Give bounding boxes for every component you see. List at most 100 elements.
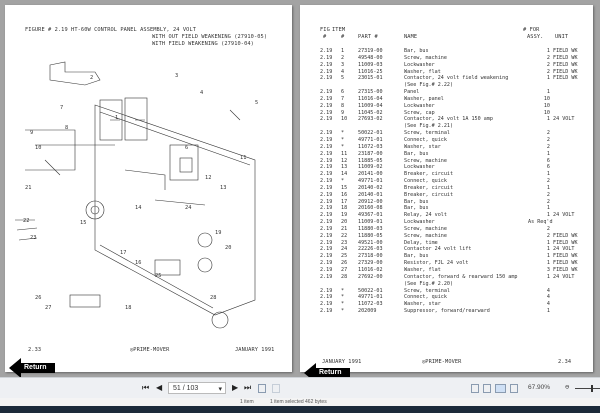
left-page: FIGURE # 2.19 HT-60W CONTROL PANEL ASSEM… — [5, 5, 292, 378]
first-page-icon[interactable]: ⏮ — [142, 383, 149, 393]
quantity: 2 — [546, 130, 550, 137]
part-name: Screw, cap — [404, 109, 435, 116]
part-number: 11016-25 — [358, 68, 383, 75]
return-button[interactable]: Return — [9, 358, 55, 378]
part-number: 20140-01 — [358, 191, 383, 198]
table-row: 2.19 19 49367-01 Relay, 24 volt 1 24 VOLT — [320, 212, 590, 219]
callout-number: 14 — [135, 205, 142, 211]
fig-number: 2.19 — [320, 102, 333, 109]
single-page-view-icon[interactable] — [471, 384, 479, 393]
part-name: Screw, terminal — [404, 130, 451, 137]
page-date: JANUARY 1991 — [235, 347, 275, 353]
zoom-slider[interactable] — [575, 385, 600, 392]
two-page-continuous-icon[interactable] — [510, 384, 518, 393]
part-number: 49771-01 — [358, 294, 383, 301]
callout-number: 6 — [185, 145, 189, 151]
fig-number: 2.19 — [320, 136, 333, 143]
last-page-icon[interactable]: ⏭ — [244, 383, 251, 393]
part-number: 202009 — [358, 308, 377, 315]
callout-number: 9 — [30, 130, 34, 136]
part-number: 11016-04 — [358, 95, 383, 102]
part-name: Screw, machine — [404, 232, 447, 239]
part-name: Bar, bus — [404, 198, 429, 205]
table-row: 2.19 * 11072-03 Washer, star 2 — [320, 144, 590, 151]
paste-icon[interactable] — [272, 384, 280, 393]
part-number: 50022-01 — [358, 287, 383, 294]
callout-number: 18 — [125, 305, 132, 311]
chevron-down-icon[interactable]: ▾ — [218, 385, 222, 393]
item-number: 4 — [341, 68, 345, 75]
item-number: 26 — [341, 260, 348, 267]
callout-number: 1 — [115, 115, 119, 121]
table-row: 2.19 21 11880-03 Screw, machine 2 — [320, 226, 590, 233]
page-number: 2.34 — [558, 359, 572, 365]
fig-number: 2.19 — [320, 61, 333, 68]
callout-number: 11 — [240, 155, 247, 161]
table-row: 2.19 9 11045-02 Screw, cap 10 — [320, 110, 590, 117]
part-name: Delay, time — [404, 239, 438, 246]
fig-number: 2.19 — [320, 164, 333, 171]
part-name: (See Fig.# 2.22) — [404, 82, 454, 89]
item-number: 12 — [341, 157, 348, 164]
item-number: * — [341, 143, 345, 150]
continuous-view-icon[interactable] — [483, 384, 491, 393]
item-number: 7 — [341, 95, 345, 102]
fig-number: 2.19 — [320, 68, 333, 75]
part-name: Connect, quick — [404, 294, 447, 301]
quantity: 4 — [546, 287, 550, 294]
next-page-icon[interactable]: ▶ — [232, 383, 238, 392]
table-row: 2.19 23 49521-00 Delay, time 1 FIELD WK — [320, 240, 590, 247]
callout-number: 24 — [185, 205, 192, 211]
item-number: 25 — [341, 253, 348, 260]
table-row: 2.19 14 20141-00 Breaker, circuit 1 — [320, 171, 590, 178]
two-page-view-icon[interactable] — [495, 384, 506, 393]
item-number: * — [341, 130, 345, 137]
fig-number: 2.19 — [320, 232, 333, 239]
part-number: 22226-03 — [358, 246, 383, 253]
part-name: Relay, 24 volt — [404, 212, 447, 219]
unit: FIELD WK — [553, 54, 578, 61]
quantity: 2 — [546, 225, 550, 232]
quantity: 1 — [546, 246, 550, 253]
zoom-slider-thumb[interactable] — [591, 385, 593, 392]
fig-number: 2.19 — [320, 150, 333, 157]
quantity: 1 — [546, 273, 550, 280]
part-number: 11045-02 — [358, 109, 383, 116]
quantity: 2 — [546, 178, 550, 185]
quantity: 1 — [546, 308, 550, 315]
callout-number: 25 — [155, 273, 162, 279]
fig-number: 2.19 — [320, 308, 333, 315]
item-number: 16 — [341, 191, 348, 198]
copy-icon[interactable] — [258, 384, 266, 393]
zoom-out-icon[interactable]: ⊖ — [565, 383, 569, 391]
callout-number: 22 — [23, 218, 30, 224]
fig-number: 2.19 — [320, 109, 333, 116]
item-number: * — [341, 136, 345, 143]
unit: FIELD WK — [553, 232, 578, 239]
part-name: Washer, flat — [404, 68, 441, 75]
part-number: 50022-01 — [358, 130, 383, 137]
fig-number: 2.19 — [320, 130, 333, 137]
unit: FIELD WK — [553, 239, 578, 246]
part-number: 27692-00 — [358, 273, 383, 280]
part-name: Connect, quick — [404, 178, 447, 185]
table-row: 2.19 * 49771-01 Connect, quick 4 — [320, 294, 590, 301]
fig-number: 2.19 — [320, 191, 333, 198]
right-page: FIG # ITEM # PART # NAME # FOR ASSY. UNI… — [300, 5, 593, 383]
parts-table: 2.19 1 27319-00 Bar, bus 1 FIELD WK 2.19 2 49548… — [320, 48, 590, 315]
part-name: Panel — [404, 89, 420, 96]
page-number-field[interactable]: 51 / 103 ▾ — [168, 382, 226, 394]
part-name: (See Fig.# 2.20) — [404, 280, 454, 287]
part-name: Breaker, circuit — [404, 191, 454, 198]
part-number: 11072-03 — [358, 143, 383, 150]
callout-number: 7 — [60, 105, 64, 111]
header-assy: ASSY. — [527, 34, 544, 40]
quantity: 2 — [546, 232, 550, 239]
part-name: Suppressor, forward/rearward — [404, 308, 490, 315]
item-number: * — [341, 301, 345, 308]
part-number: 23187-00 — [358, 150, 383, 157]
previous-page-icon[interactable]: ◀ — [156, 383, 162, 392]
callout-number: 15 — [80, 220, 87, 226]
table-row: 2.19 10 27693-02 Contactor, 24 volt 1A 150 … — [320, 116, 590, 123]
zoom-level[interactable]: 67.90% — [528, 384, 550, 391]
